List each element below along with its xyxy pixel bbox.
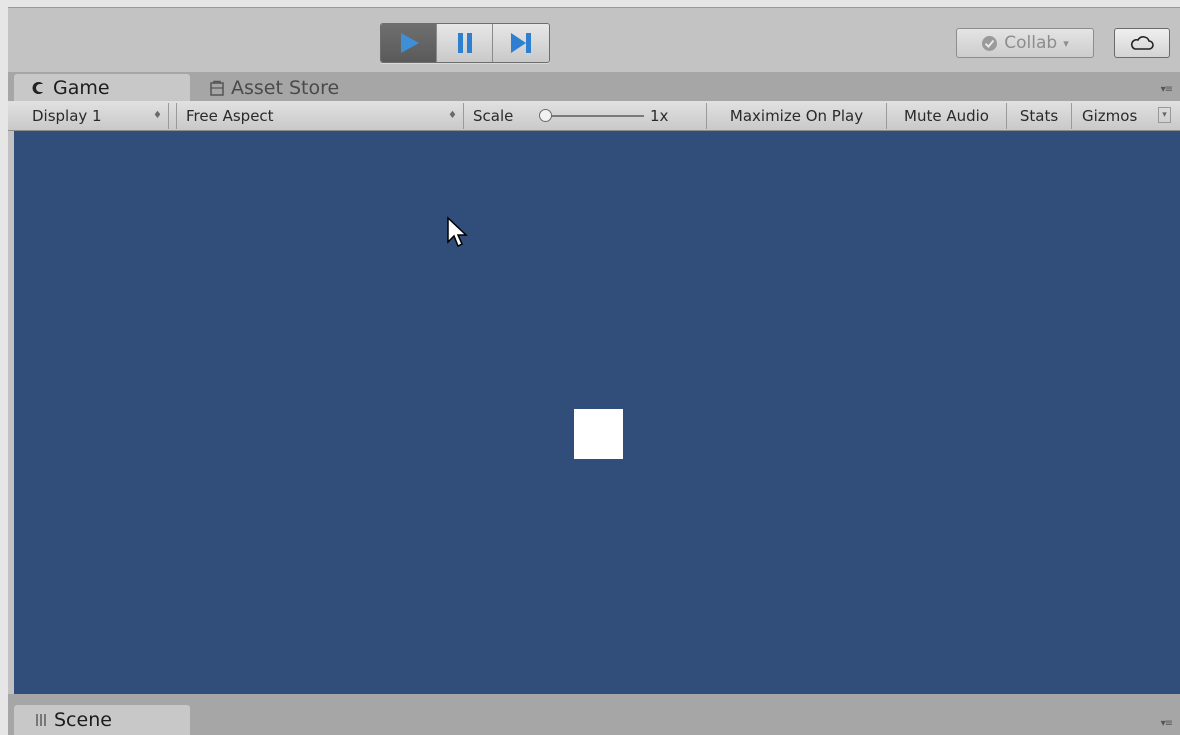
scale-value: 1x (650, 106, 669, 125)
game-controller-icon (32, 81, 43, 94)
cloud-button[interactable] (1114, 28, 1170, 58)
step-icon (511, 33, 531, 53)
panel-menu-icon[interactable]: ▾≡ (1161, 84, 1173, 95)
display-label: Display 1 (32, 106, 102, 125)
dropdown-arrows-icon: ♦ (153, 110, 162, 121)
tab-game[interactable]: Game (14, 74, 190, 101)
aspect-label: Free Aspect (186, 106, 274, 125)
cloud-icon (1131, 36, 1154, 50)
game-view-controls: Display 1 ♦ Free Aspect ♦ Scale 1x Maxim… (8, 101, 1180, 131)
gizmos-dropdown[interactable]: Gizmos ▾ (1072, 101, 1180, 130)
unity-editor-window: Collab ▾ Game Asset Store ▾≡ Display 1 ♦… (8, 7, 1180, 735)
grid-icon (36, 714, 46, 726)
tab-asset-store-label: Asset Store (231, 76, 340, 99)
aspect-dropdown[interactable]: Free Aspect ♦ (176, 101, 463, 130)
gizmos-label: Gizmos (1082, 106, 1138, 125)
divider (168, 103, 169, 129)
checkmark-circle-icon (982, 35, 998, 51)
divider (463, 103, 464, 129)
scale-slider-thumb[interactable] (539, 109, 552, 122)
chevron-down-icon: ▾ (1158, 107, 1171, 123)
white-square-sprite (574, 409, 623, 459)
mute-audio-toggle[interactable]: Mute Audio (887, 101, 1006, 130)
maximize-label: Maximize On Play (729, 106, 864, 125)
display-dropdown[interactable]: Display 1 ♦ (8, 101, 168, 130)
play-icon (400, 33, 419, 53)
scale-label: Scale (473, 106, 514, 125)
mouse-cursor-icon (447, 216, 468, 248)
chevron-down-icon: ▾ (1063, 36, 1069, 50)
stats-toggle[interactable]: Stats (1007, 101, 1071, 130)
play-button[interactable] (381, 24, 437, 62)
pause-button[interactable] (437, 24, 493, 62)
game-viewport[interactable] (14, 131, 1180, 694)
collab-button[interactable]: Collab ▾ (956, 28, 1094, 58)
tab-game-label: Game (53, 76, 110, 99)
tab-scene-label: Scene (54, 709, 112, 731)
scale-slider-track[interactable] (548, 115, 644, 117)
panel-menu-icon[interactable]: ▾≡ (1161, 718, 1173, 729)
stats-label: Stats (1019, 106, 1059, 125)
playmode-controls (380, 23, 550, 63)
maximize-on-play-toggle[interactable]: Maximize On Play (707, 101, 886, 130)
collab-label: Collab (1004, 33, 1058, 53)
step-button[interactable] (493, 24, 549, 62)
tab-scene[interactable]: Scene (14, 705, 190, 735)
main-toolbar: Collab ▾ (8, 8, 1180, 72)
store-icon (210, 80, 224, 96)
dropdown-arrows-icon: ♦ (448, 110, 457, 121)
tab-asset-store[interactable]: Asset Store (204, 74, 339, 101)
mute-label: Mute Audio (904, 106, 989, 125)
bottom-tab-bar: Scene ▾≡ (8, 694, 1180, 735)
pause-icon (457, 33, 472, 53)
view-tab-bar: Game Asset Store ▾≡ (8, 72, 1180, 101)
